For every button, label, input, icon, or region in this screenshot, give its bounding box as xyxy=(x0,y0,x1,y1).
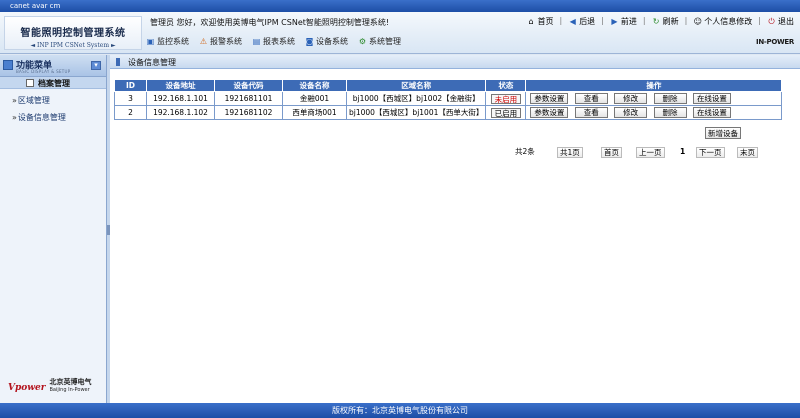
double-chevron-icon: » xyxy=(12,96,17,105)
col-name: 设备名称 xyxy=(282,79,347,92)
company-logo-mark: Vpower xyxy=(8,383,46,393)
alarm-icon: ⚠ xyxy=(199,37,208,46)
current-page: 1 xyxy=(680,147,686,156)
collapse-icon[interactable]: ▾ xyxy=(91,61,101,70)
window-title: canet avar cm xyxy=(0,0,800,12)
col-address: 设备地址 xyxy=(146,79,215,92)
sidebar: 功能菜单 BASIC DISPLAY & SETUP ▾ 档案管理 »区域管理 … xyxy=(0,55,107,403)
logout-link[interactable]: ⏻ 退出 xyxy=(767,16,794,27)
nav-report-system[interactable]: ▤ 报表系统 xyxy=(252,36,295,47)
col-id: ID xyxy=(114,79,147,92)
sidebar-header: 功能菜单 BASIC DISPLAY & SETUP ▾ xyxy=(0,55,106,77)
nav-device-system[interactable]: ◙ 设备系统 xyxy=(305,36,348,47)
company-logo: Vpower 北京英博电气 Baijing In-Power xyxy=(8,378,92,393)
device-icon: ◙ xyxy=(305,37,314,46)
home-icon: ⌂ xyxy=(528,17,534,26)
sidebar-section-archive[interactable]: 档案管理 xyxy=(0,77,106,89)
welcome-text: 管理员 您好，欢迎使用英博电气IPM CSNet智能照明控制管理系统! xyxy=(150,18,390,27)
col-status: 状态 xyxy=(485,79,527,92)
first-page-button[interactable]: 首页 xyxy=(601,147,622,158)
device-table: ID 设备地址 设备代码 设备名称 区域名称 状态 操作 3 192.168.1… xyxy=(114,79,783,120)
view-button[interactable]: 查看 xyxy=(574,107,608,118)
monitor-icon: ▣ xyxy=(146,37,155,46)
brand-logo: IN-POWER xyxy=(756,38,794,46)
col-actions: 操作 xyxy=(525,79,783,92)
edit-button[interactable]: 修改 xyxy=(614,107,648,118)
main-nav: ▣ 监控系统 ⚠ 报警系统 ▤ 报表系统 ◙ 设备系统 ⚙ 系统管理 xyxy=(146,36,401,47)
logo-title: 智能照明控制管理系统 xyxy=(20,28,126,39)
home-link[interactable]: ⌂ 首页 xyxy=(526,16,553,27)
status-badge[interactable]: 已启用 xyxy=(490,107,522,118)
sidebar-item-area-management[interactable]: »区域管理 xyxy=(0,95,106,106)
footer-copyright: 版权所有：北京英博电气股份有限公司 xyxy=(0,403,800,418)
forward-link[interactable]: ▶ 前进 xyxy=(610,16,637,27)
pagination: 共2条 共1页 首页 上一页 1 下一页 末页 xyxy=(110,147,800,159)
table-row: 2 192.168.1.102 1921681102 西单商场001 bj100… xyxy=(114,105,783,120)
user-icon: ☺ xyxy=(693,17,702,26)
view-button[interactable]: 查看 xyxy=(574,93,608,104)
prev-page-button[interactable]: 上一页 xyxy=(636,147,665,158)
online-settings-button[interactable]: 在线设置 xyxy=(692,107,731,118)
total-pages: 共1页 xyxy=(557,147,583,158)
nav-monitor-system[interactable]: ▣ 监控系统 xyxy=(146,36,189,47)
gear-icon: ⚙ xyxy=(358,37,367,46)
add-device-button[interactable]: 新增设备 xyxy=(705,127,741,139)
refresh-icon: ↻ xyxy=(652,17,660,26)
nav-system-admin[interactable]: ⚙ 系统管理 xyxy=(358,36,401,47)
panel-header: 设备信息管理 xyxy=(110,55,800,69)
col-area: 区域名称 xyxy=(345,79,487,92)
online-settings-button[interactable]: 在线设置 xyxy=(692,93,731,104)
col-code: 设备代码 xyxy=(214,79,283,92)
back-arrow-icon: ◀ xyxy=(569,17,576,26)
delete-button[interactable]: 删除 xyxy=(653,107,687,118)
forward-arrow-icon: ▶ xyxy=(611,17,618,26)
next-page-button[interactable]: 下一页 xyxy=(696,147,725,158)
refresh-link[interactable]: ↻ 刷新 xyxy=(652,16,679,27)
logo-subtitle: ◄ INP IPM CSNet System ► xyxy=(30,42,116,49)
menu-icon xyxy=(3,60,13,70)
table-row: 3 192.168.1.101 1921681101 金融001 bj1000【… xyxy=(114,91,783,106)
param-settings-button[interactable]: 参数设置 xyxy=(530,107,569,118)
main-panel: 设备信息管理 ID 设备地址 设备代码 设备名称 区域名称 状态 操作 3 19… xyxy=(110,55,800,403)
panel-header-marker xyxy=(116,58,120,66)
report-icon: ▤ xyxy=(252,37,261,46)
profile-edit-link[interactable]: ☺ 个人信息修改 xyxy=(693,16,753,27)
top-links: ⌂ 首页 | ◀ 后退 | ▶ 前进 | ↻ 刷新 | ☺ 个人信息修改 | ⏻ 退出 xyxy=(526,16,794,27)
edit-button[interactable]: 修改 xyxy=(614,93,648,104)
sidebar-title-en: BASIC DISPLAY & SETUP xyxy=(16,69,71,74)
sidebar-item-device-info[interactable]: »设备信息管理 xyxy=(0,112,106,123)
total-records: 共2条 xyxy=(515,147,535,156)
nav-alarm-system[interactable]: ⚠ 报警系统 xyxy=(199,36,242,47)
logout-icon: ⏻ xyxy=(768,17,775,26)
back-link[interactable]: ◀ 后退 xyxy=(568,16,596,27)
status-badge[interactable]: 未启用 xyxy=(490,93,522,104)
header: 智能照明控制管理系统 ◄ INP IPM CSNet System ► 管理员 … xyxy=(0,12,800,54)
folder-icon xyxy=(26,79,34,87)
double-chevron-icon: » xyxy=(12,113,17,122)
page-title: 设备信息管理 xyxy=(128,58,176,67)
param-settings-button[interactable]: 参数设置 xyxy=(530,93,569,104)
delete-button[interactable]: 删除 xyxy=(653,93,687,104)
last-page-button[interactable]: 末页 xyxy=(737,147,758,158)
system-logo: 智能照明控制管理系统 ◄ INP IPM CSNet System ► xyxy=(4,16,142,50)
